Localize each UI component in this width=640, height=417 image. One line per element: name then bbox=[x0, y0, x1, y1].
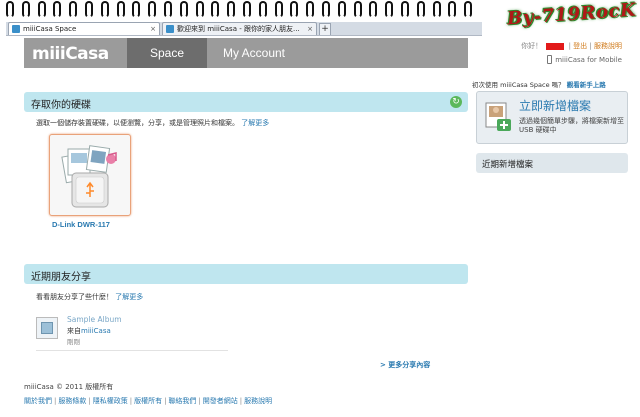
binder-ring bbox=[53, 1, 62, 18]
logout-link[interactable]: 登出 bbox=[573, 42, 587, 50]
binder-ring bbox=[258, 1, 267, 18]
footer-link[interactable]: 隱私權政策 bbox=[93, 397, 128, 405]
binder-ring bbox=[416, 1, 425, 18]
storage-description: 選取一個儲存裝置硬碟，以便瀏覽，分享，或是管理照片和檔案。 了解更多 bbox=[36, 118, 269, 128]
storage-section-header: 存取你的硬碟 ↻ bbox=[24, 92, 468, 112]
binder-ring bbox=[290, 1, 299, 18]
binder-ring bbox=[337, 1, 346, 18]
binder-ring bbox=[274, 1, 283, 18]
binder-ring bbox=[448, 1, 457, 18]
add-files-description: 透過幾個簡單步驟，將檔案新增至 USB 硬碟中 bbox=[519, 117, 624, 134]
nav-tab-space[interactable]: Space bbox=[127, 38, 207, 68]
footer-separator: | bbox=[164, 397, 167, 405]
binder-ring bbox=[401, 1, 409, 18]
usb-drive-icon bbox=[61, 145, 117, 208]
first-time-prompt: 初次使用 miiiCasa Space 嗎？ 觀看新手上路 bbox=[472, 79, 606, 89]
add-files-title[interactable]: 立即新增檔案 bbox=[519, 97, 591, 114]
footer-link[interactable]: 服務說明 bbox=[244, 397, 272, 405]
storage-description-text: 選取一個儲存裝置硬碟，以便瀏覽，分享，或是管理照片和檔案。 bbox=[36, 119, 239, 127]
binder-ring bbox=[37, 1, 46, 18]
footer-link[interactable]: 開發者網站 bbox=[203, 397, 238, 405]
nav-tab-my-account[interactable]: My Account bbox=[212, 38, 296, 68]
binder-ring bbox=[211, 1, 220, 18]
footer-links: 關於我們 | 服務條款 | 隱私權政策 | 版權所有 | 聯絡我們 | 開發者網站 | 服務說明 bbox=[24, 396, 272, 406]
add-files-icon bbox=[485, 102, 511, 131]
footer-separator: | bbox=[198, 397, 201, 405]
footer-separator: | bbox=[88, 397, 91, 405]
close-tab-icon[interactable]: × bbox=[144, 25, 156, 33]
storage-learn-more-link[interactable]: 了解更多 bbox=[241, 119, 269, 127]
new-tab-button[interactable]: + bbox=[319, 23, 331, 35]
user-area: 你好！ | 登出 | 服務說明 miiiCasa for Mobile bbox=[468, 38, 628, 68]
binder-ring bbox=[6, 1, 14, 18]
footer-link[interactable]: 聯絡我們 bbox=[168, 397, 196, 405]
greeting-label: 你好！ bbox=[521, 42, 543, 50]
favicon-icon bbox=[12, 25, 20, 33]
binder-ring bbox=[116, 1, 125, 18]
album-timestamp: 剛剛 bbox=[67, 338, 80, 346]
first-time-text: 初次使用 miiiCasa Space 嗎？ bbox=[472, 81, 565, 89]
browser-tab-bar: miiiCasa Space × 歡迎來到 miiiCasa - 跟你的家人朋友… bbox=[6, 22, 482, 36]
album-source: 來自miiiCasa bbox=[67, 326, 111, 336]
friends-section-title: 近期朋友分享 bbox=[31, 272, 91, 283]
binder-ring bbox=[227, 1, 236, 18]
footer-link[interactable]: 關於我們 bbox=[24, 397, 52, 405]
friends-learn-more-link[interactable]: 了解更多 bbox=[115, 293, 143, 301]
footer-separator: | bbox=[54, 397, 57, 405]
browser-tab-welcome[interactable]: 歡迎來到 miiiCasa - 跟你的家人朋友... × bbox=[162, 22, 317, 35]
friends-description: 看看朋友分享了些什麼！ 了解更多 bbox=[36, 292, 143, 302]
binder-ring bbox=[21, 1, 30, 18]
device-card[interactable] bbox=[49, 134, 131, 216]
guide-link[interactable]: 觀看新手上路 bbox=[567, 81, 606, 89]
binder-ring bbox=[353, 1, 362, 18]
binder-ring bbox=[85, 1, 93, 18]
mobile-link[interactable]: miiiCasa for Mobile bbox=[547, 55, 622, 64]
recent-files-header: 近期新增檔案 bbox=[476, 153, 628, 173]
browser-tab-label: 歡迎來到 miiiCasa - 跟你的家人朋友... bbox=[177, 25, 300, 33]
app-header: miiiCasa Space My Account bbox=[24, 38, 468, 68]
more-shares-link[interactable]: > 更多分享內容 bbox=[380, 360, 430, 370]
add-files-box[interactable]: 立即新增檔案 透過幾個簡單步驟，將檔案新增至 USB 硬碟中 bbox=[476, 91, 628, 144]
album-name[interactable]: Sample Album bbox=[67, 315, 122, 324]
binder-ring bbox=[179, 1, 188, 18]
miiicasa-logo[interactable]: miiiCasa bbox=[32, 44, 109, 64]
binder-ring bbox=[369, 1, 378, 18]
friends-section-header: 近期朋友分享 bbox=[24, 264, 468, 284]
mobile-link-label: miiiCasa for Mobile bbox=[555, 55, 622, 64]
close-tab-icon[interactable]: × bbox=[301, 25, 313, 33]
device-label[interactable]: D-Link DWR-117 bbox=[52, 220, 110, 229]
browser-tab-label: miiiCasa Space bbox=[23, 25, 77, 33]
binder-ring bbox=[69, 1, 78, 18]
binder-ring bbox=[132, 1, 141, 18]
favicon-icon bbox=[166, 25, 174, 33]
refresh-icon[interactable]: ↻ bbox=[450, 96, 462, 108]
binder-ring bbox=[385, 1, 394, 18]
phone-icon bbox=[547, 55, 553, 64]
help-link[interactable]: 服務說明 bbox=[594, 42, 622, 50]
binder-ring bbox=[243, 1, 251, 18]
footer-separator: | bbox=[239, 397, 243, 405]
copyright: miiiCasa © 2011 版權所有 bbox=[24, 383, 114, 391]
footer-link[interactable]: 版權所有 bbox=[134, 397, 162, 405]
shared-album-item[interactable]: Sample Album 來自miiiCasa 剛剛 bbox=[36, 313, 228, 351]
footer-separator: | bbox=[129, 397, 133, 405]
album-source-prefix: 來自 bbox=[67, 327, 81, 335]
recent-files-title: 近期新增檔案 bbox=[482, 160, 534, 170]
binder-ring bbox=[100, 1, 109, 18]
binder-ring bbox=[164, 1, 172, 18]
binder-ring bbox=[464, 1, 473, 18]
binder-ring bbox=[306, 1, 315, 18]
binder-ring bbox=[432, 1, 441, 18]
binder-ring bbox=[322, 1, 330, 18]
binder-ring bbox=[195, 1, 204, 18]
album-thumbnail[interactable] bbox=[36, 317, 58, 339]
username-redacted bbox=[546, 42, 565, 50]
footer-link[interactable]: 服務條款 bbox=[58, 397, 86, 405]
user-links: 你好！ | 登出 | 服務說明 bbox=[521, 42, 622, 50]
browser-tab-miiicasa-space[interactable]: miiiCasa Space × bbox=[8, 22, 160, 35]
binder-ring bbox=[148, 1, 157, 18]
album-source-link[interactable]: miiiCasa bbox=[81, 327, 111, 335]
storage-section-title: 存取你的硬碟 bbox=[31, 100, 91, 111]
friends-description-text: 看看朋友分享了些什麼！ bbox=[36, 293, 113, 301]
